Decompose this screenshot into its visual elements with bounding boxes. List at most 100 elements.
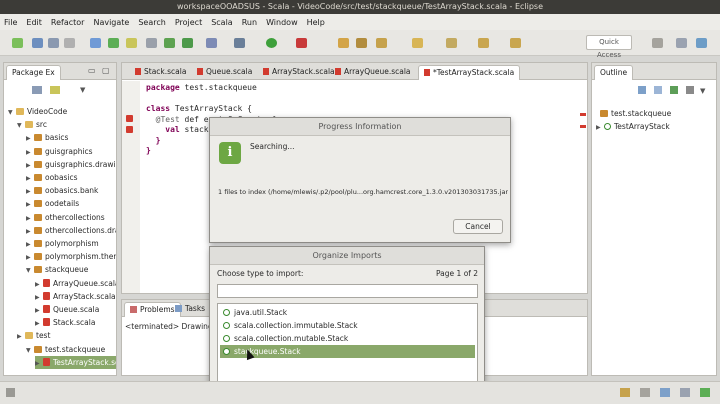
tree-item[interactable]: ▶ ArrayStack.scala [35,290,116,303]
tree-item[interactable]: ▶ oobasics.bank [26,184,116,197]
editor-tab[interactable]: Queue.scala [192,65,257,80]
java-perspective-icon[interactable] [676,38,687,48]
tab-outline[interactable]: Outline [594,65,634,80]
maximize-icon[interactable]: ▢ [102,66,110,75]
scala-perspective-icon[interactable] [696,38,707,48]
expanded-arrow-icon[interactable]: ▼ [17,119,25,131]
tree-item[interactable]: ▶ Queue.scala [35,303,116,316]
type-filter-input[interactable] [217,284,478,298]
menu-run[interactable]: Run [242,18,257,27]
new-file-icon[interactable] [146,38,157,48]
editor-tab[interactable]: ArrayQueue.scala [330,65,416,80]
overview-error-mark[interactable] [580,113,586,116]
tab-tasks[interactable]: Tasks [170,302,210,317]
outline-item[interactable]: test.stackqueue [600,107,671,120]
tree-item[interactable]: ▶ guisgraphics.drawing [26,158,116,171]
collapsed-arrow-icon[interactable]: ▶ [26,225,34,237]
collapsed-arrow-icon[interactable]: ▶ [26,185,34,197]
collapsed-arrow-icon[interactable]: ▶ [26,159,34,171]
collapsed-arrow-icon[interactable]: ▶ [35,278,43,290]
sort-icon[interactable] [638,86,646,94]
view-menu-icon[interactable]: ▼ [80,86,85,94]
expand-arrow-icon[interactable]: ▶ [596,121,604,133]
open-resource-icon[interactable] [356,38,367,48]
tree-item[interactable]: ▶ test [17,329,116,342]
menu-help[interactable]: Help [307,18,325,27]
hide-fields-icon[interactable] [654,86,662,94]
menu-file[interactable]: File [4,18,17,27]
expanded-arrow-icon[interactable]: ▼ [26,344,34,356]
tree-item[interactable]: ▶ ArrayQueue.scala [35,277,116,290]
menu-project[interactable]: Project [175,18,202,27]
import-option[interactable]: stackqueue.Stack [220,345,475,358]
tree-item[interactable]: ▶ othercollections.drawi [26,224,116,237]
expanded-arrow-icon[interactable]: ▼ [8,106,16,118]
open-type-icon[interactable] [338,38,349,48]
status-icon[interactable] [700,388,710,397]
collapsed-arrow-icon[interactable]: ▶ [35,317,43,329]
collapsed-arrow-icon[interactable]: ▶ [35,291,43,303]
tree-item[interactable]: ▼ VideoCode [8,105,116,118]
skip-breakpoints-icon[interactable] [90,38,101,48]
link-editor-icon[interactable] [50,86,60,94]
overview-error-mark[interactable] [580,125,586,128]
back-icon[interactable] [478,38,489,48]
tree-item[interactable]: ▼ test.stackqueue [26,343,116,356]
tree-item[interactable]: ▶ polymorphism.themep [26,250,116,263]
print-icon[interactable] [64,38,75,48]
status-icon[interactable] [660,388,670,397]
new-class-icon[interactable] [164,38,175,48]
run-icon[interactable] [266,38,277,48]
outline-item[interactable]: ▶ TestArrayStack [596,120,670,133]
new-package-icon[interactable] [126,38,137,48]
minimize-icon[interactable]: ▭ [88,66,96,75]
menu-search[interactable]: Search [138,18,165,27]
error-marker-icon[interactable] [126,115,133,122]
tree-item[interactable]: ▶ basics [26,131,116,144]
quick-access-field[interactable]: Quick Access [586,35,632,59]
tree-item[interactable]: ▶ guisgraphics [26,145,116,158]
menu-scala[interactable]: Scala [211,18,233,27]
tree-item[interactable]: ▼ src [17,118,116,131]
tab-package-explorer[interactable]: Package Ex [6,65,61,80]
collapsed-arrow-icon[interactable]: ▶ [26,132,34,144]
collapsed-arrow-icon[interactable]: ▶ [17,330,25,342]
menu-window[interactable]: Window [266,18,298,27]
hide-nonpublic-icon[interactable] [686,86,694,94]
collapsed-arrow-icon[interactable]: ▶ [26,251,34,263]
error-marker-icon[interactable] [126,126,133,133]
forward-icon[interactable] [510,38,521,48]
tree-item[interactable]: ▶ othercollections [26,211,116,224]
save-all-icon[interactable] [48,38,59,48]
search-icon[interactable] [376,38,387,48]
editor-tab[interactable]: *TestArrayStack.scala [418,65,521,80]
open-perspective-icon[interactable] [652,38,663,48]
pointer-icon[interactable] [206,38,217,48]
tree-item[interactable]: ▶ polymorphism [26,237,116,250]
next-annotation-icon[interactable] [412,38,423,48]
collapsed-arrow-icon[interactable]: ▶ [26,212,34,224]
collapsed-arrow-icon[interactable]: ▶ [26,172,34,184]
save-icon[interactable] [32,38,43,48]
collapsed-arrow-icon[interactable]: ▶ [26,238,34,250]
tree-item[interactable]: ▶ TestArrayStack.scal [35,355,116,369]
collapsed-arrow-icon[interactable]: ▶ [35,357,43,369]
fast-view-icon[interactable] [6,388,15,397]
tree-item[interactable]: ▶ oobasics [26,171,116,184]
scala-new-icon[interactable] [108,38,119,48]
collapsed-arrow-icon[interactable]: ▶ [35,304,43,316]
tree-item[interactable]: ▶ Stack.scala [35,316,116,329]
menu-refactor[interactable]: Refactor [51,18,85,27]
tree-item[interactable]: ▶ oodetails [26,197,116,210]
prev-annotation-icon[interactable] [446,38,457,48]
view-menu-icon[interactable]: ▼ [700,87,705,95]
hide-static-icon[interactable] [670,86,678,94]
tree-item[interactable]: ▼ stackqueue [26,263,116,276]
status-icon[interactable] [640,388,650,397]
collapsed-arrow-icon[interactable]: ▶ [26,198,34,210]
editor-tab[interactable]: ArrayStack.scala [258,65,340,80]
menu-edit[interactable]: Edit [26,18,42,27]
status-icon[interactable] [680,388,690,397]
menu-navigate[interactable]: Navigate [93,18,129,27]
collapsed-arrow-icon[interactable]: ▶ [26,146,34,158]
